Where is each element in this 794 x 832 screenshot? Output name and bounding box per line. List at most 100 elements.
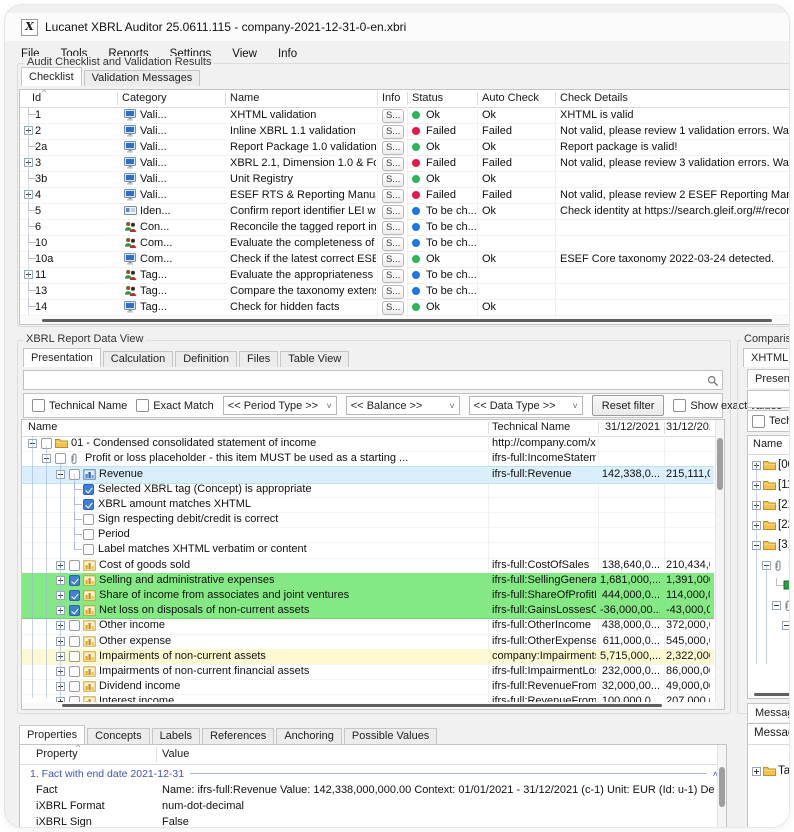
tree-row[interactable]: Period — [22, 527, 714, 543]
column-header-message[interactable]: Message — [754, 727, 790, 739]
table-row[interactable]: 13Tag...Compare the taxonomy extension i… — [20, 283, 790, 300]
checked-checkbox[interactable] — [69, 575, 80, 586]
column-header-check-details[interactable]: Check Details — [560, 92, 628, 104]
tree-row[interactable]: Label matches XHTML verbatim or content — [22, 542, 714, 558]
expand-icon[interactable] — [56, 606, 65, 615]
collapse-icon[interactable] — [28, 439, 37, 448]
table-row[interactable]: 10Com...Evaluate the completeness of the… — [20, 235, 790, 252]
unchecked-checkbox[interactable] — [69, 681, 80, 692]
unchecked-checkbox[interactable] — [69, 620, 80, 631]
column-header-name[interactable]: Name — [753, 438, 782, 450]
comparison-tree-row[interactable]: [310 — [748, 536, 790, 556]
period-type-dropdown[interactable]: << Period Type >>˅ — [223, 396, 337, 415]
expand-icon[interactable] — [752, 461, 761, 470]
expander-icon[interactable] — [24, 190, 33, 199]
property-row[interactable]: iXBRL SignFalse — [20, 814, 726, 828]
tab-files[interactable]: Files — [239, 351, 278, 367]
table-row[interactable]: 1Vali...XHTML validationS...OkOkXHTML is… — [20, 107, 790, 124]
table-row[interactable]: 14Tag...Check for hidden factsS...OkOk — [20, 299, 790, 316]
expand-icon[interactable] — [752, 767, 761, 776]
checked-checkbox[interactable] — [69, 605, 80, 616]
tab-labels[interactable]: Labels — [152, 728, 200, 744]
column-header-info[interactable]: Info — [382, 92, 400, 104]
collapse-icon[interactable] — [42, 454, 51, 463]
tree-row[interactable]: Other expenseifrs-full:OtherExpenseByFun… — [22, 634, 714, 650]
data-type-dropdown[interactable]: << Data Type >>˅ — [469, 396, 583, 415]
tree-row[interactable]: Selling and administrative expensesifrs-… — [22, 573, 714, 589]
menu-info[interactable]: Info — [278, 48, 297, 60]
unchecked-checkbox[interactable] — [69, 469, 80, 480]
comparison-tree-row[interactable] — [748, 616, 790, 636]
tab-anchoring[interactable]: Anchoring — [276, 728, 342, 744]
expand-icon[interactable] — [56, 652, 65, 661]
tree-row[interactable]: Cost of goods soldifrs-full:CostOfSales1… — [22, 558, 714, 574]
exact-match-checkbox[interactable]: Exact Match — [136, 399, 214, 412]
info-button[interactable]: S... — [382, 301, 404, 315]
tree-row[interactable]: Net loss on disposals of non-current ass… — [22, 603, 714, 619]
comparison-tree-row[interactable] — [748, 576, 790, 596]
checked-checkbox[interactable] — [83, 484, 94, 495]
collapse-icon[interactable] — [772, 601, 781, 610]
info-button[interactable]: S... — [382, 157, 404, 171]
expand-icon[interactable] — [56, 561, 65, 570]
tree-hscroll-thumb[interactable] — [62, 704, 662, 707]
expand-icon[interactable] — [56, 576, 65, 585]
tab-comparison-presentation[interactable]: Presentation — [747, 369, 790, 388]
tab-validation-messages[interactable]: Validation Messages — [84, 70, 201, 86]
comparison-technical-name-checkbox[interactable]: Technica — [752, 415, 790, 428]
property-row[interactable]: iXBRL Formatnum-dot-decimal — [20, 798, 726, 814]
table-row[interactable]: 2Vali...Inline XBRL 1.1 validationS...Fa… — [20, 123, 790, 140]
tree-row[interactable]: Dividend incomeifrs-full:RevenueFromDivi… — [22, 679, 714, 695]
unchecked-checkbox[interactable] — [83, 544, 94, 555]
info-button[interactable]: S... — [382, 221, 404, 235]
comparison-tree-row[interactable]: [000 — [748, 456, 790, 476]
tree-row[interactable]: Sign respecting debit/credit is correct — [22, 512, 714, 528]
tab-messages-messages[interactable]: Messages — [747, 703, 790, 722]
table-row[interactable]: 4Vali...ESEF RTS & Reporting ManualS...F… — [20, 187, 790, 204]
info-button[interactable]: S... — [382, 109, 404, 123]
unchecked-checkbox[interactable] — [83, 529, 94, 540]
info-button[interactable]: S... — [382, 173, 404, 187]
info-button[interactable]: S... — [382, 189, 404, 203]
column-header-name[interactable]: Name — [28, 421, 57, 433]
column-header-2021[interactable]: 31/12/2021 — [602, 421, 660, 433]
checked-checkbox[interactable] — [69, 590, 80, 601]
tree-row[interactable]: Impairments of non-current financial ass… — [22, 664, 714, 680]
technical-name-checkbox[interactable]: Technical Name — [32, 399, 127, 412]
expand-icon[interactable] — [56, 682, 65, 691]
expand-icon[interactable] — [56, 667, 65, 676]
property-row[interactable]: FactName: ifrs-full:Revenue Value: 142,3… — [20, 782, 726, 798]
comparison-tree-row[interactable] — [748, 596, 790, 616]
table-row[interactable]: 2aVali...Report Package 1.0 validationS.… — [20, 139, 790, 156]
expand-icon[interactable] — [752, 501, 761, 510]
collapse-icon[interactable] — [752, 541, 761, 550]
unchecked-checkbox[interactable] — [69, 560, 80, 571]
table-row[interactable]: 3Vali...XBRL 2.1, Dimension 1.0 & Formul… — [20, 155, 790, 172]
tab-definition[interactable]: Definition — [175, 351, 237, 367]
expand-icon[interactable] — [752, 521, 761, 530]
table-row[interactable]: 6Con...Reconcile the tagged report in XH… — [20, 219, 790, 236]
tab-possible-values[interactable]: Possible Values — [344, 728, 437, 744]
unchecked-checkbox[interactable] — [55, 453, 66, 464]
tab-calculation[interactable]: Calculation — [103, 351, 173, 367]
collapse-icon[interactable] — [56, 470, 65, 479]
comparison-search-input[interactable] — [748, 391, 790, 407]
expand-icon[interactable] — [56, 637, 65, 646]
table-row[interactable]: 11Tag...Evaluate the appropriateness of … — [20, 267, 790, 284]
unchecked-checkbox[interactable] — [69, 636, 80, 647]
report-search-input[interactable] — [24, 371, 722, 389]
info-button[interactable]: S... — [382, 141, 404, 155]
tree-row[interactable]: 01 - Condensed consolidated statement of… — [22, 436, 714, 452]
tree-row[interactable]: XBRL amount matches XHTML — [22, 497, 714, 513]
collapse-icon[interactable] — [782, 621, 790, 630]
tab-concepts[interactable]: Concepts — [87, 728, 149, 744]
comparison-tree-row[interactable]: P — [748, 556, 790, 576]
column-header-2020[interactable]: 31/12/2020 — [666, 421, 710, 433]
reset-filter-button[interactable]: Reset filter — [592, 395, 665, 416]
info-button[interactable]: S... — [382, 285, 404, 299]
fact-group-row[interactable]: 1. Fact with end date 2021-12-31˄ — [20, 767, 726, 780]
table-row[interactable]: 5Iden...Confirm report identifier LEI wi… — [20, 203, 790, 220]
expander-icon[interactable] — [24, 126, 33, 135]
expander-icon[interactable] — [24, 158, 33, 167]
table-row[interactable]: 3bVali...Unit RegistryS...OkOk — [20, 171, 790, 188]
